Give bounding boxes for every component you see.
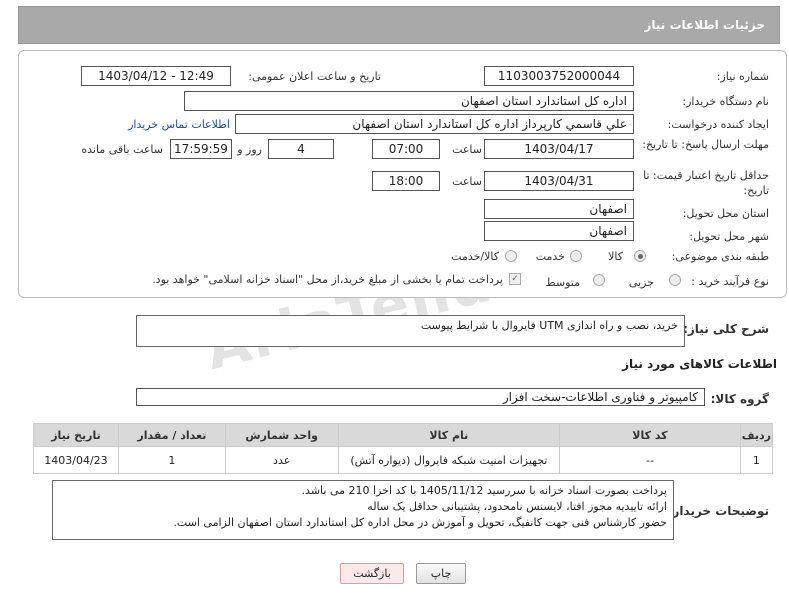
process-option-minor: جزیی [628, 276, 654, 289]
requester-label: ایجاد کننده درخواست: [667, 118, 769, 131]
cell-row-number: 1 [739, 446, 774, 474]
category-radio-goods[interactable] [634, 250, 646, 262]
category-option-goods-service: کالا/خدمت [451, 250, 499, 263]
remaining-label: ساعت باقی مانده [81, 143, 163, 156]
city-label: شهر محل تحویل: [689, 230, 769, 243]
city-field[interactable]: اصفهان [484, 221, 634, 241]
treasury-payment-note: پرداخت تمام یا بخشی از مبلغ خرید،از محل … [152, 273, 503, 286]
table-header-row: تاریخ نیاز تعداد / مقدار واحد شمارش نام … [33, 423, 774, 447]
validity-date-field[interactable]: 1403/04/31 [484, 171, 634, 191]
page-header: جزئیات اطلاعات نیاز [18, 6, 780, 44]
category-option-goods: کالا [608, 250, 623, 263]
category-radio-service[interactable] [570, 250, 582, 262]
province-label: استان محل تحویل: [682, 207, 769, 220]
summary-text: خرید، نصب و راه اندازی UTM فایروال با شر… [420, 319, 678, 332]
print-button[interactable]: چاپ [416, 563, 466, 584]
buyer-contact-link[interactable]: اطلاعات تماس خریدار [128, 118, 230, 131]
deadline-time-label: ساعت [452, 143, 482, 156]
col-item-code: کد کالا [559, 423, 741, 447]
process-radio-minor[interactable] [669, 274, 681, 286]
need-number-label: شماره نیاز: [716, 70, 769, 83]
col-quantity: تعداد / مقدار [117, 423, 226, 447]
days-label: روز و [237, 143, 262, 156]
back-button[interactable]: بازگشت [340, 563, 404, 584]
buyer-notes-label: توضیحات خریدار: [667, 504, 769, 518]
category-radio-goods-service[interactable] [505, 250, 517, 262]
col-row-number: ردیف [739, 423, 774, 447]
cell-unit: عدد [224, 446, 339, 474]
deadline-date-field[interactable]: 1403/04/17 [484, 139, 634, 159]
summary-textarea[interactable]: خرید، نصب و راه اندازی UTM فایروال با شر… [136, 315, 685, 347]
need-number-field[interactable]: 1103003752000044 [484, 66, 634, 86]
process-option-medium: متوسط [545, 276, 580, 289]
category-label: طبقه بندی موضوعی: [671, 250, 769, 263]
col-need-date: تاریخ نیاز [33, 423, 119, 447]
days-remaining-field[interactable]: 4 [268, 139, 334, 159]
announce-label: تاریخ و ساعت اعلان عمومی: [248, 70, 381, 83]
goods-table: تاریخ نیاز تعداد / مقدار واحد شمارش نام … [33, 423, 774, 474]
col-item-name: نام کالا [337, 423, 561, 447]
page-title: جزئیات اطلاعات نیاز [644, 18, 765, 32]
goods-info-title: اطلاعات کالاهای مورد نیاز [622, 357, 777, 371]
cell-quantity: 1 [117, 446, 226, 474]
cell-need-date: 1403/04/23 [33, 446, 119, 474]
buyer-notes-textarea[interactable]: پرداخت بصورت اسناد خزانه با سررسید 1405/… [52, 480, 674, 540]
process-radio-medium[interactable] [593, 274, 605, 286]
buyer-notes-line: حضور کارشناس فنی جهت کانفیگ، تحویل و آمو… [173, 516, 667, 529]
process-label: نوع فرآیند خرید : [691, 275, 769, 288]
province-field[interactable]: اصفهان [484, 199, 634, 219]
buyer-org-label: نام دستگاه خریدار: [682, 95, 769, 108]
requester-field[interactable]: علي قاسمي كارپرداز اداره كل استاندارد اس… [235, 114, 634, 134]
announce-datetime-field[interactable]: 1403/04/12 - 12:49 [81, 66, 231, 86]
buyer-notes-line: پرداخت بصورت اسناد خزانه با سررسید 1405/… [301, 484, 667, 497]
validity-label: حداقل تاریخ اعتبار قیمت: تا تاریخ: [643, 169, 769, 197]
validity-time-label: ساعت [452, 175, 482, 188]
cell-item-name: تجهیزات امنیت شبکه فایروال (دیواره آتش) [337, 446, 561, 474]
table-row[interactable]: 1403/04/23 1 عدد تجهیزات امنیت شبکه فایر… [33, 446, 774, 474]
goods-group-field[interactable]: کامپیوتر و فناوری اطلاعات-سخت افزار [136, 388, 705, 406]
goods-group-label: گروه کالا: [710, 392, 769, 406]
treasury-payment-checkbox[interactable]: ✓ [509, 273, 521, 285]
col-unit: واحد شمارش [224, 423, 339, 447]
deadline-time-field[interactable]: 07:00 [372, 139, 440, 159]
deadline-label: مهلت ارسال پاسخ: تا تاریخ: [642, 138, 769, 151]
cell-item-code: -- [559, 446, 741, 474]
remaining-time-field[interactable]: 17:59:59 [170, 139, 232, 159]
buyer-notes-line: ارائه تاییدیه مجوز افتا، لایسنس نامحدود،… [367, 500, 667, 513]
category-option-service: خدمت [535, 250, 565, 263]
validity-time-field[interactable]: 18:00 [372, 171, 440, 191]
summary-label: شرح کلی نیاز: [683, 322, 769, 336]
buyer-org-field[interactable]: اداره کل استاندارد استان اصفهان [184, 91, 634, 111]
